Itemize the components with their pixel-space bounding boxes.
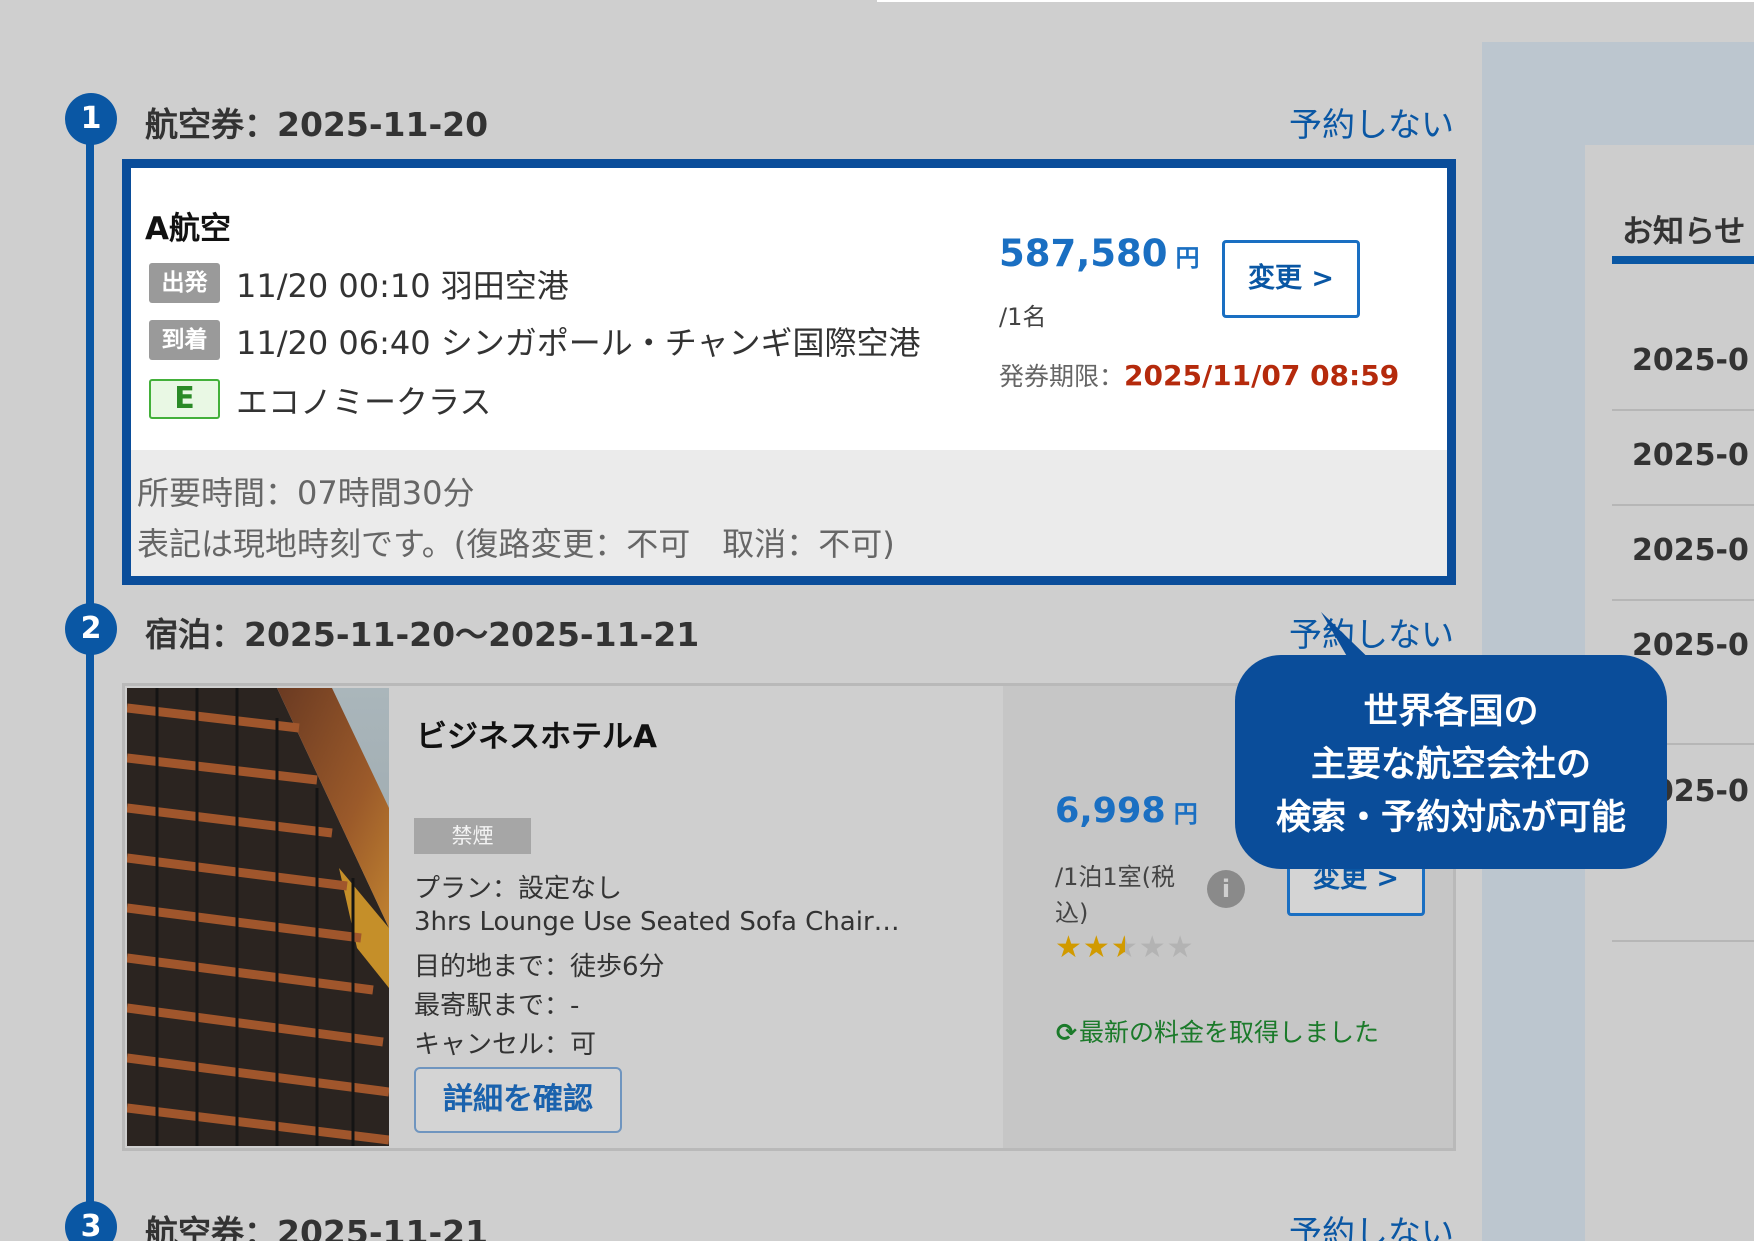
step-title: 航空券：2025-11-21 (145, 1213, 489, 1241)
ticket-deadline: 発券期限：2025/11/07 08:59 (999, 357, 1399, 393)
star-icon: ★ (1082, 930, 1111, 965)
notice-title: お知らせ (1622, 214, 1746, 250)
currency-label: 円 (1173, 800, 1198, 828)
hotel-price-unit-cont: 込) (1055, 899, 1089, 927)
star-half-icon: ★ (1110, 930, 1139, 965)
page: お知らせ 2025-0 2025-0 2025-0 2025-0 2025-0 … (0, 0, 1754, 1241)
callout-text: 世界各国の 主要な航空会社の 検索・予約対応が可能 (1235, 686, 1667, 845)
hotel-nearest-station: 最寄駅まで：- (414, 991, 580, 1021)
hotel-name: ビジネスホテルA (416, 719, 657, 755)
callout-line: 主要な航空会社の (1310, 745, 1591, 785)
info-icon[interactable]: i (1207, 870, 1245, 908)
hotel-photo (127, 688, 389, 1146)
hotel-price-value: 6,998 (1055, 791, 1166, 831)
flight-duration: 所要時間：07時間30分 (137, 474, 475, 512)
flight-price-value: 587,580 (999, 232, 1168, 275)
depart-tag: 出発 (149, 263, 220, 303)
top-bar (877, 0, 1754, 2)
step-number: 1 (65, 93, 117, 145)
step-title: 航空券：2025-11-20 (145, 105, 489, 144)
class-tag: E (149, 379, 220, 419)
star-icon: ★ (1138, 930, 1167, 965)
step-number: 3 (65, 1201, 117, 1241)
step-title: 宿泊：2025-11-20〜2025-11-21 (145, 615, 700, 654)
change-flight-button[interactable]: 変更 > (1222, 240, 1360, 318)
hotel-cancel-policy: キャンセル：可 (414, 1030, 597, 1060)
skip-flight-link[interactable]: 予約しない (1289, 98, 1454, 146)
airline-name: A航空 (145, 211, 231, 247)
notice-date: 2025-0 (1632, 438, 1749, 473)
callout-line: 検索・予約対応が可能 (1275, 798, 1626, 838)
star-icon: ★ (1166, 930, 1195, 965)
refresh-text: 最新の料金を取得しました (1078, 1018, 1379, 1047)
hotel-walk-distance: 目的地まで：徒歩6分 (414, 952, 665, 982)
flight-price: 587,580 円 (999, 232, 1200, 275)
price-refresh-status: ⟳最新の料金を取得しました (1056, 1013, 1379, 1049)
hotel-plan: プラン：設定なし (414, 874, 623, 904)
flight-note: 表記は現地時刻です。(復路変更：不可 取消：不可) (137, 525, 895, 563)
depart-info: 11/20 00:10 羽田空港 (236, 267, 569, 305)
timeline-line (86, 110, 94, 1241)
notice-date: 2025-0 (1632, 533, 1749, 568)
arrive-info: 11/20 06:40 シンガポール・チャンギ国際空港 (236, 324, 921, 362)
deadline-label: 発券期限： (999, 362, 1125, 391)
star-icon: ★ (1055, 930, 1083, 965)
hotel-detail-button[interactable]: 詳細を確認 (414, 1067, 622, 1133)
notice-title-underline (1612, 256, 1754, 264)
notice-date: 2025-0 (1632, 343, 1749, 378)
hotel-plan-name: 3hrs Lounge Use Seated Sofa Chair… (414, 907, 900, 937)
hotel-price: 6,998 円 (1055, 791, 1198, 831)
cabin-class: エコノミークラス (236, 383, 492, 421)
hotel-rating: ★★★★★ (1055, 930, 1195, 965)
arrive-tag: 到着 (149, 320, 220, 360)
skip-return-flight-link[interactable]: 予約しない (1289, 1206, 1454, 1241)
no-smoking-badge: 禁煙 (414, 818, 531, 854)
notice-date: 2025-0 (1632, 628, 1749, 663)
price-per-person: /1名 (999, 303, 1047, 331)
refresh-icon: ⟳ (1056, 1018, 1077, 1047)
currency-label: 円 (1175, 244, 1200, 272)
hotel-price-unit: /1泊1室(税 (1055, 863, 1175, 891)
callout-line: 世界各国の (1363, 692, 1539, 732)
deadline-value: 2025/11/07 08:59 (1124, 359, 1400, 392)
step-number: 2 (65, 603, 117, 655)
